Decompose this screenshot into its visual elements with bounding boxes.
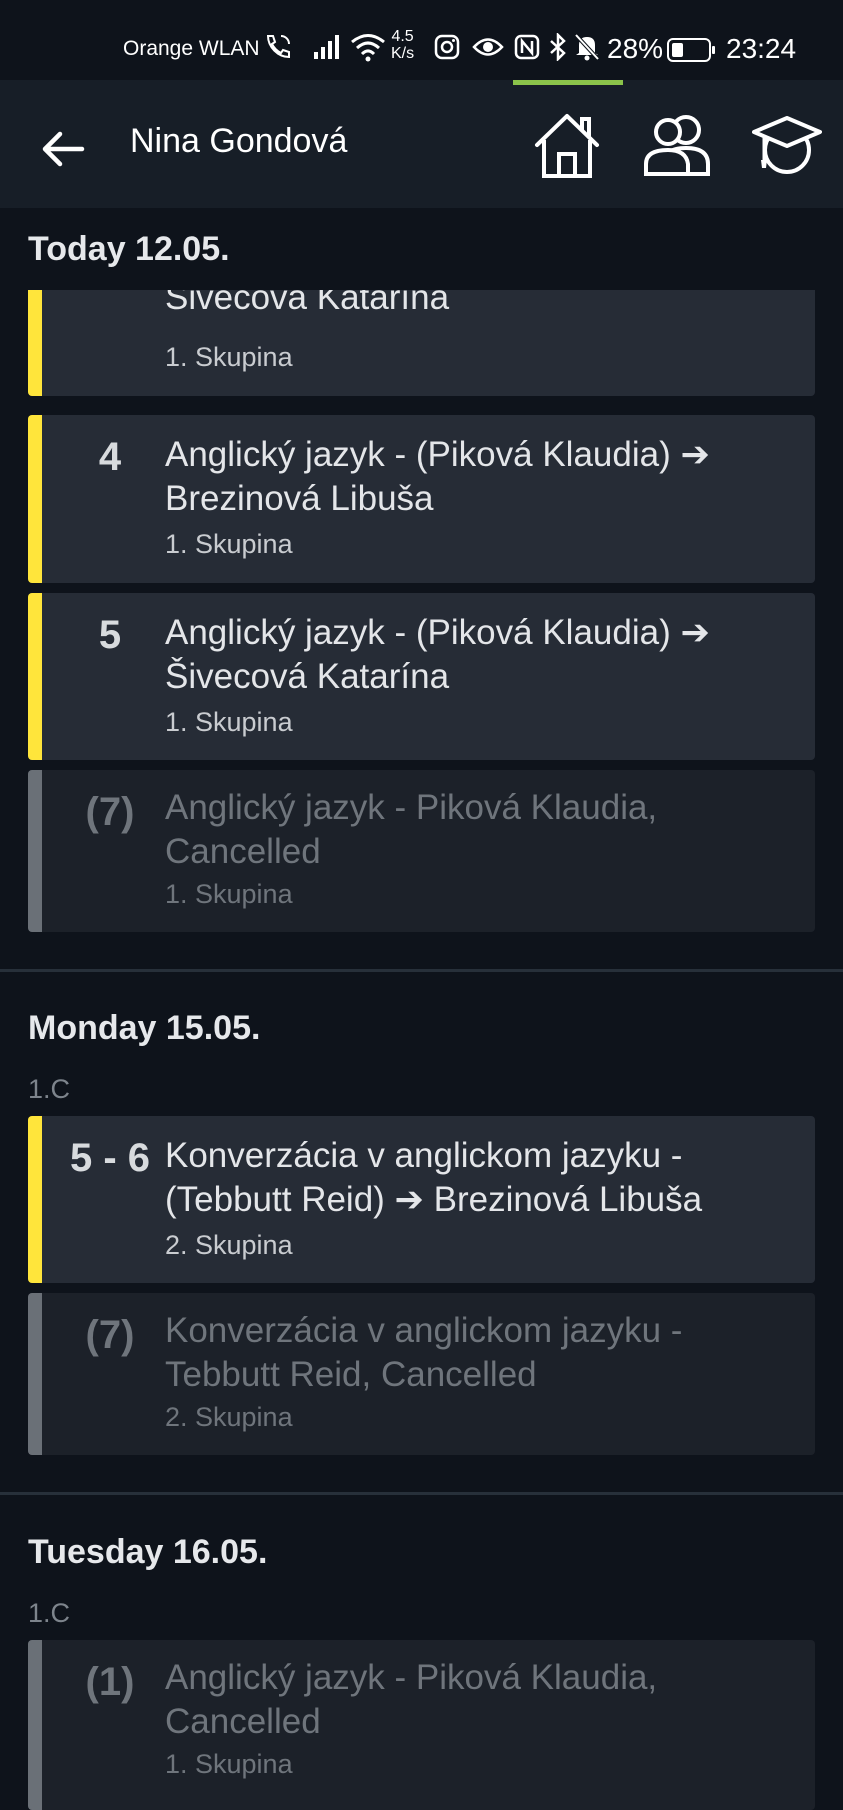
day-header-tuesday: Tuesday 16.05. <box>28 1533 268 1571</box>
lesson-subject: Anglický jazyk - Piková Klaudia, Cancell… <box>165 1658 658 1741</box>
lesson-group: 1. Skupina <box>165 707 293 737</box>
day-divider <box>0 1492 843 1495</box>
lesson-card-cancelled[interactable]: (7) Anglický jazyk - Piková Klaudia, Can… <box>28 770 815 932</box>
eye-icon <box>472 36 504 63</box>
lesson-card-cancelled[interactable]: (1) Anglický jazyk - Piková Klaudia, Can… <box>28 1640 815 1810</box>
people-button[interactable] <box>640 112 716 178</box>
lesson-accent-bar <box>28 1640 42 1810</box>
day-divider <box>0 969 843 972</box>
lesson-accent-bar <box>28 1116 42 1283</box>
back-arrow-icon <box>42 131 85 167</box>
lesson-card[interactable]: 4 Anglický jazyk - (Piková Klaudia) ➔ Br… <box>28 415 815 583</box>
lesson-card[interactable]: 3 Anglický jazyk - (Piková Klaudia) ➔ Ši… <box>28 290 815 396</box>
lesson-period: (7) <box>85 1313 135 1357</box>
instagram-icon <box>434 34 460 65</box>
lesson-card[interactable]: 5 Anglický jazyk - (Piková Klaudia) ➔ Ši… <box>28 593 815 760</box>
lesson-subject: Konverzácia v anglickom jazyku - Tebbutt… <box>165 1311 683 1394</box>
lesson-accent-bar <box>28 1293 42 1455</box>
lesson-subject: Anglický jazyk - (Piková Klaudia) ➔ Šive… <box>165 613 710 696</box>
lesson-accent-bar <box>28 415 42 583</box>
class-label: 1.C <box>28 1074 71 1104</box>
tab-indicator <box>513 80 623 85</box>
carrier-label: Orange WLAN <box>123 37 260 60</box>
clock: 23:24 <box>726 33 797 64</box>
app-bar: Nina Gondová <box>0 80 843 208</box>
lesson-group: 1. Skupina <box>165 879 293 909</box>
class-label: 1.C <box>28 1598 71 1628</box>
lesson-period: (7) <box>85 790 135 834</box>
lesson-accent-bar <box>28 290 42 396</box>
lesson-card[interactable]: 5 - 6 Konverzácia v anglickom jazyku - (… <box>28 1116 815 1283</box>
nfc-icon <box>514 34 540 65</box>
wifi-calling-icon <box>264 33 292 65</box>
lesson-subject: Anglický jazyk - (Piková Klaudia) ➔ Šive… <box>165 290 450 317</box>
lesson-period: 4 <box>98 435 122 479</box>
bell-off-icon <box>574 33 600 66</box>
lesson-accent-bar <box>28 593 42 760</box>
lesson-accent-bar <box>28 770 42 932</box>
lesson-subject: Anglický jazyk - Piková Klaudia, Cancell… <box>165 788 658 871</box>
lesson-period: (1) <box>85 1660 135 1704</box>
back-button[interactable] <box>38 124 88 174</box>
lesson-period: 5 - 6 <box>69 1136 151 1180</box>
day-header-monday: Monday 15.05. <box>28 1009 261 1047</box>
lesson-group: 1. Skupina <box>165 1749 293 1779</box>
school-button[interactable] <box>752 110 822 180</box>
lesson-subject: Konverzácia v anglickom jazyku - (Tebbut… <box>165 1136 703 1219</box>
page-title: Nina Gondová <box>130 122 348 160</box>
home-icon <box>535 114 599 178</box>
lesson-group: 1. Skupina <box>165 342 293 372</box>
network-speed: 4.5 K/s <box>391 28 415 62</box>
day-header-today: Today 12.05. <box>28 230 230 268</box>
status-bar: Orange WLAN 4.5 K/s 28% 23:24 <box>0 0 843 80</box>
battery-icon <box>667 38 717 67</box>
lesson-group: 1. Skupina <box>165 529 293 559</box>
home-button[interactable] <box>532 110 602 180</box>
signal-icon <box>313 34 343 65</box>
lesson-period: 5 <box>98 613 122 657</box>
graduation-cap-icon <box>752 116 822 174</box>
lesson-subject: Anglický jazyk - (Piková Klaudia) ➔ Brez… <box>165 435 710 518</box>
bluetooth-icon <box>548 31 568 68</box>
lesson-group: 2. Skupina <box>165 1402 293 1432</box>
wifi-icon <box>350 32 386 67</box>
people-icon <box>644 115 710 176</box>
lesson-group: 2. Skupina <box>165 1230 293 1260</box>
lesson-card-cancelled[interactable]: (7) Konverzácia v anglickom jazyku - Teb… <box>28 1293 815 1455</box>
battery-percent: 28% <box>607 33 664 64</box>
